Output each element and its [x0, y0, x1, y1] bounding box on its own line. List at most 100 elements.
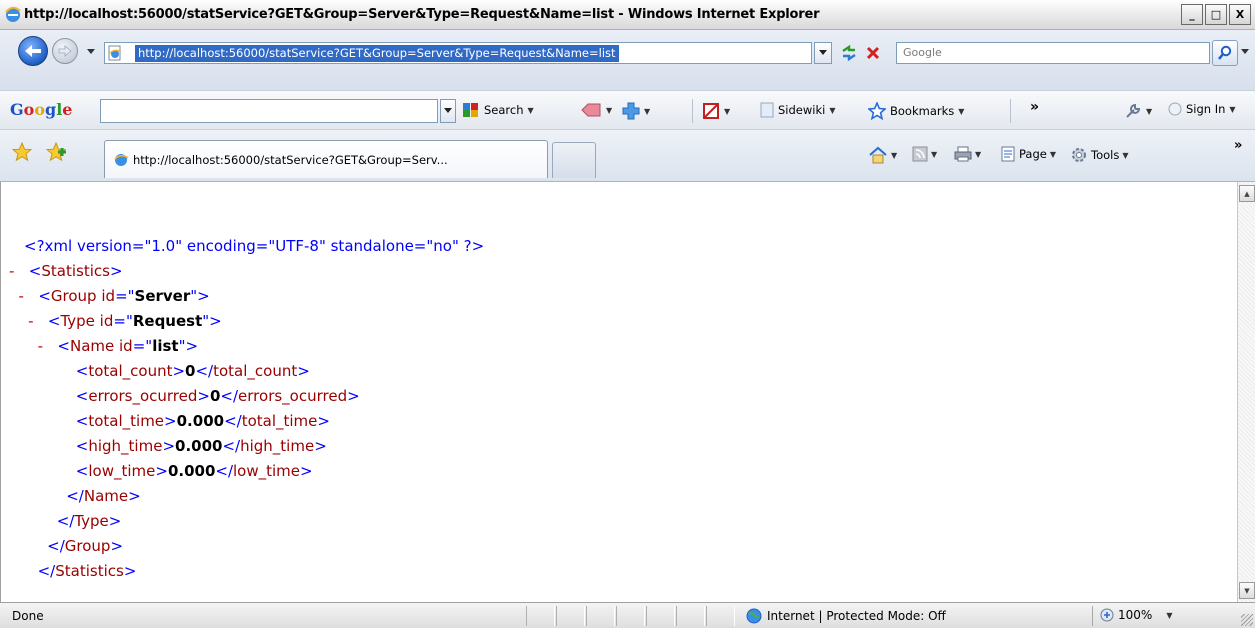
page-menu-button[interactable]: Page ▼	[1000, 146, 1056, 162]
url-text: http://localhost:56000/statService?GET&G…	[135, 45, 619, 62]
search-input[interactable]: Google	[896, 42, 1210, 64]
status-pane	[676, 606, 705, 626]
status-pane	[586, 606, 615, 626]
google-toolbar: Google Search ▼ ▼ ▼ ▼ Sidewiki ▼ Bookmar…	[0, 90, 1255, 130]
xml-line-name-close: </Name>	[66, 487, 141, 505]
refresh-button[interactable]	[838, 42, 860, 64]
security-zone[interactable]: Internet | Protected Mode: Off	[746, 608, 946, 624]
ie-logo-icon	[5, 6, 21, 22]
xml-field-line: <errors_ocurred>0</errors_ocurred>	[75, 387, 360, 405]
new-tab-button[interactable]	[552, 142, 596, 178]
stop-button[interactable]	[862, 42, 884, 64]
add-button[interactable]: ▼	[622, 102, 650, 120]
xml-field-line: <total_time>0.000</total_time>	[75, 412, 330, 430]
bookmarks-label: Bookmarks	[890, 104, 955, 118]
back-button[interactable]	[18, 36, 48, 66]
collapse-toggle[interactable]: -	[19, 284, 34, 309]
xml-line-statistics-open: - <Statistics>	[9, 259, 484, 284]
zoom-level: 100%	[1118, 608, 1153, 622]
xml-declaration-line: <?xml version="1.0" encoding="UTF-8" sta…	[9, 234, 484, 259]
print-button[interactable]: ▼	[954, 146, 981, 162]
status-pane	[616, 606, 645, 626]
page-menu-label: Page	[1019, 147, 1047, 161]
google-search-icon	[463, 103, 478, 117]
chevron-down-icon	[444, 108, 452, 113]
xml-field-tag-close: errors_ocurred	[238, 387, 348, 405]
xml-field-tag: total_time	[88, 412, 165, 430]
more-toolbar-button[interactable]: »	[1030, 99, 1039, 115]
minimize-button[interactable]: _	[1181, 4, 1203, 25]
xml-tag-statistics-close: Statistics	[55, 562, 124, 580]
pagerank-button[interactable]: ▼	[580, 102, 612, 118]
xml-tag-statistics: Statistics	[41, 262, 110, 280]
address-dropdown-button[interactable]	[814, 42, 832, 64]
scroll-up-arrow-icon[interactable]: ▲	[1239, 185, 1255, 202]
back-arrow-icon	[25, 45, 41, 57]
tab-active-page[interactable]: http://localhost:56000/statService?GET&G…	[104, 140, 548, 178]
search-button[interactable]	[1212, 40, 1238, 66]
xml-tree: <?xml version="1.0" encoding="UTF-8" sta…	[9, 234, 484, 584]
google-search-button[interactable]: Search ▼	[462, 102, 534, 118]
more-commands-button[interactable]: »	[1234, 138, 1242, 153]
ie-page-icon	[108, 45, 122, 61]
address-toolbar: http://localhost:56000/statService?GET&G…	[0, 30, 1255, 90]
sign-in-button[interactable]: Sign In ▼	[1168, 102, 1236, 116]
xml-line-group-open: - <Group id="Server">	[9, 284, 484, 309]
xml-tag-group: Group	[50, 287, 97, 305]
feeds-icon	[912, 146, 928, 162]
chevron-down-icon: ▼	[1146, 106, 1153, 116]
popup-blocker-button[interactable]: ▼	[702, 102, 730, 120]
google-search-dropdown[interactable]	[440, 99, 456, 123]
title-bar: http://localhost:56000/statService?GET&G…	[0, 0, 1255, 30]
search-magnifier-icon	[1218, 45, 1232, 60]
status-pane	[646, 606, 675, 626]
status-pane	[556, 606, 585, 626]
search-options-dropdown-icon[interactable]	[1240, 46, 1250, 56]
collapse-toggle[interactable]: -	[38, 334, 53, 359]
home-icon	[869, 146, 887, 164]
toolbar-settings-button[interactable]: ▼	[1124, 102, 1152, 120]
address-field[interactable]: http://localhost:56000/statService?GET&G…	[104, 42, 812, 64]
print-icon	[954, 146, 972, 162]
xml-field-value: 0.000	[176, 412, 225, 430]
chevron-down-icon: ▼	[891, 150, 898, 160]
xml-line-group-close: </Group>	[47, 537, 124, 555]
chevron-down-icon: ▼	[1049, 149, 1056, 159]
chevron-down-icon: ▼	[931, 149, 938, 159]
xml-field-value: 0	[185, 362, 196, 380]
collapse-toggle[interactable]: -	[9, 259, 24, 284]
xml-line-statistics-close: </Statistics>	[37, 562, 137, 580]
sidewiki-button[interactable]: Sidewiki ▼	[760, 102, 835, 118]
chevron-down-icon	[819, 50, 827, 55]
sidewiki-icon	[760, 102, 774, 118]
xml-attr-name-id: list	[152, 337, 179, 355]
favorites-star-icon[interactable]	[12, 142, 32, 162]
xml-field-value: 0	[209, 387, 221, 405]
toolbar-divider	[1010, 99, 1011, 123]
zoom-control[interactable]: 100% ▼	[1100, 608, 1172, 622]
toolbar-divider	[692, 99, 693, 123]
xml-field-tag: low_time	[88, 462, 156, 480]
xml-field-tag-close: low_time	[233, 462, 301, 480]
collapse-toggle[interactable]: -	[28, 309, 43, 334]
chevron-down-icon: ▼	[829, 105, 836, 115]
tools-menu-label: Tools	[1091, 148, 1120, 162]
plus-icon	[622, 102, 640, 120]
bookmarks-button[interactable]: Bookmarks ▼	[868, 102, 964, 120]
forward-button[interactable]	[52, 38, 78, 64]
vertical-scrollbar[interactable]: ▲ ▼	[1237, 182, 1255, 602]
scroll-down-arrow-icon[interactable]: ▼	[1239, 582, 1255, 599]
tools-menu-button[interactable]: Tools ▼	[1070, 146, 1129, 164]
home-button[interactable]: ▼	[868, 146, 897, 164]
sidewiki-label: Sidewiki	[778, 103, 826, 117]
recent-pages-dropdown-icon[interactable]	[86, 46, 96, 56]
maximize-button[interactable]: □	[1205, 4, 1227, 25]
xml-tag-type: Type	[60, 312, 95, 330]
close-button[interactable]: X	[1229, 4, 1251, 25]
status-pane	[706, 606, 735, 626]
google-search-input[interactable]	[100, 99, 438, 123]
resize-grip[interactable]	[1241, 614, 1253, 626]
feeds-button[interactable]: ▼	[912, 146, 937, 162]
xml-line-name-open: - <Name id="list">	[9, 334, 484, 359]
add-favorite-icon[interactable]	[46, 142, 68, 162]
